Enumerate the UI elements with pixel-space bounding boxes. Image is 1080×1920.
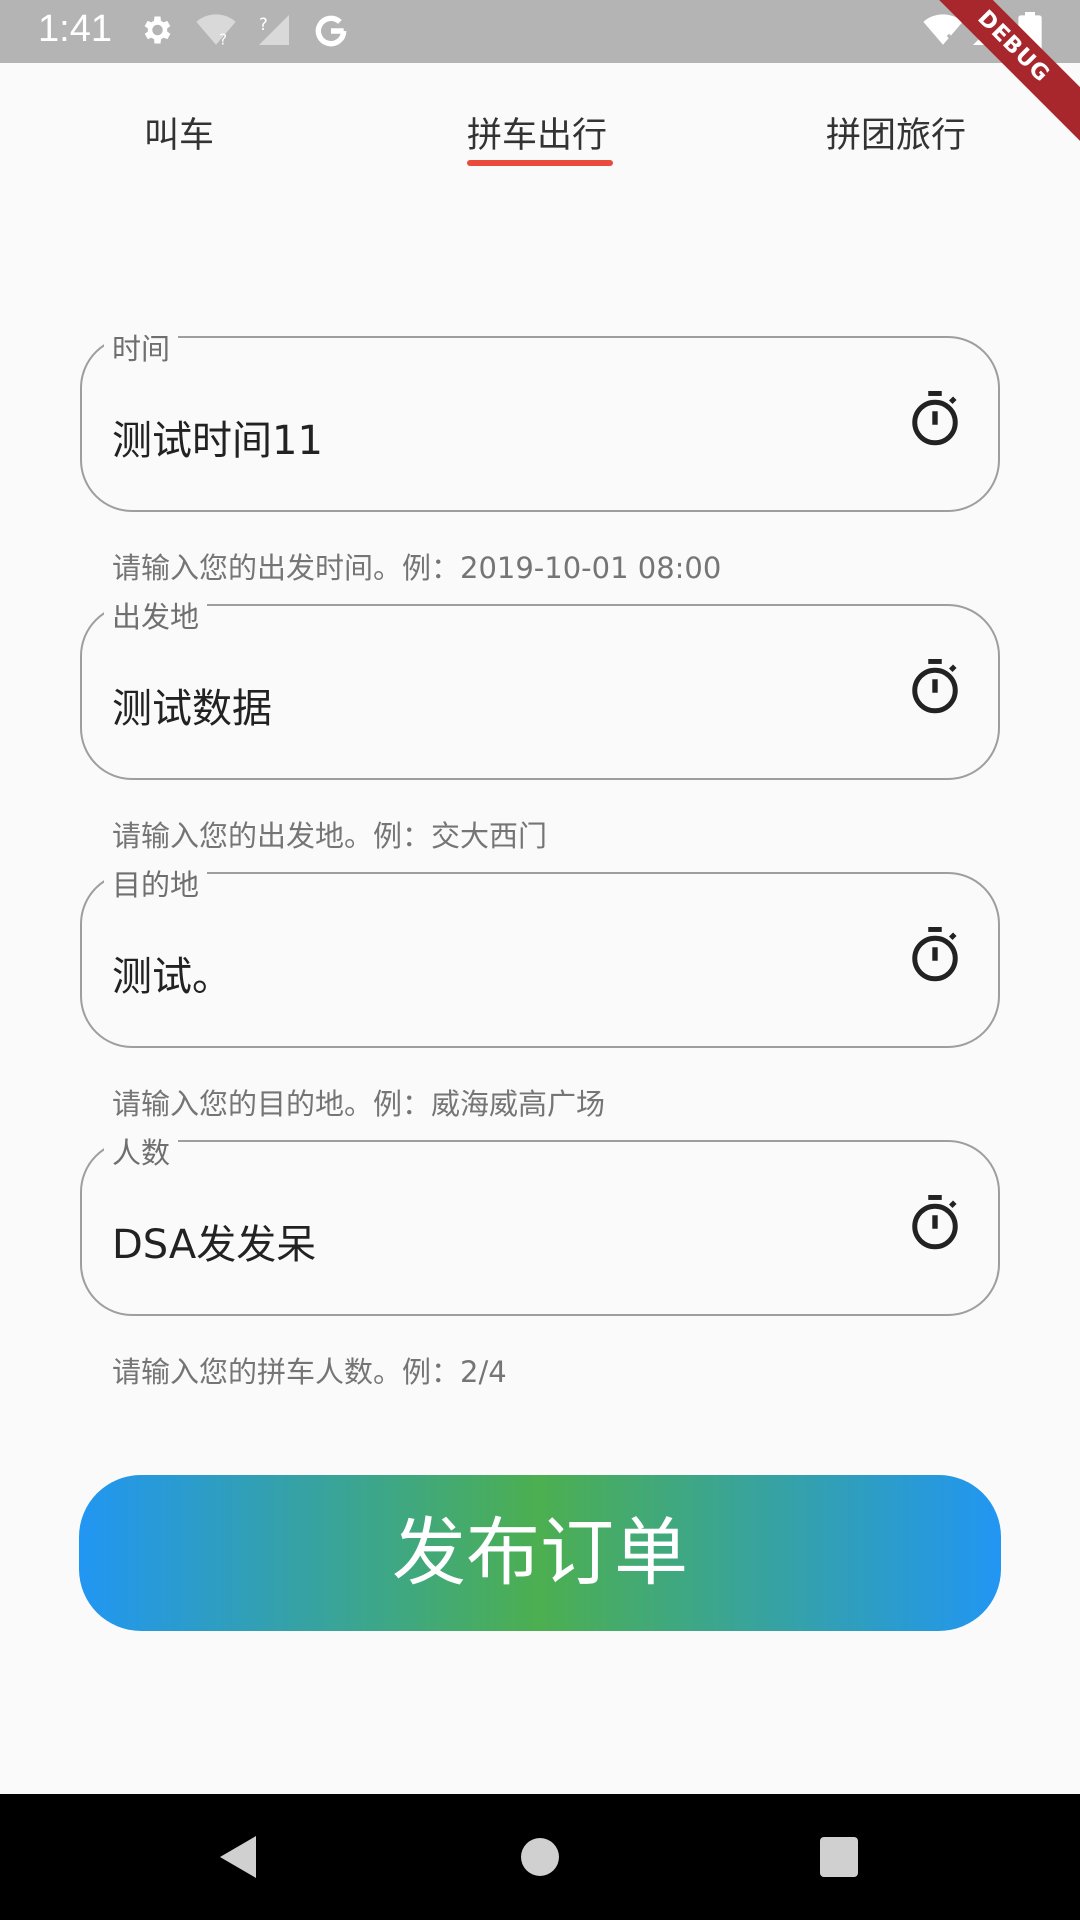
time-field-label: 时间 bbox=[104, 326, 179, 368]
svg-text:?: ? bbox=[259, 15, 268, 34]
passengers-field-label: 人数 bbox=[104, 1130, 179, 1172]
tab-bar: 叫车 拼车出行 拼团旅行 bbox=[0, 63, 1080, 173]
status-time: 1:41 bbox=[38, 8, 112, 50]
signal-unknown-icon: ? bbox=[256, 12, 292, 52]
destination-field-helper: 请输入您的目的地。例：威海威高广场 bbox=[112, 1087, 606, 1121]
timer-icon[interactable] bbox=[908, 388, 962, 452]
navigation-bar bbox=[0, 1794, 1080, 1920]
settings-icon bbox=[138, 12, 174, 52]
destination-field-label: 目的地 bbox=[104, 862, 208, 904]
departure-field-value[interactable]: 测试数据 bbox=[112, 676, 272, 734]
time-field-value[interactable]: 测试时间11 bbox=[112, 408, 323, 466]
timer-icon[interactable] bbox=[908, 924, 962, 988]
google-icon bbox=[312, 12, 350, 54]
departure-field-label: 出发地 bbox=[104, 594, 208, 636]
recents-icon[interactable] bbox=[818, 1832, 860, 1886]
wifi-unknown-icon: ? bbox=[196, 12, 236, 52]
time-field-helper: 请输入您的出发时间。例：2019-10-01 08:00 bbox=[112, 551, 722, 585]
tab-indicator bbox=[467, 160, 613, 166]
publish-order-button[interactable]: 发布订单 bbox=[79, 1475, 1001, 1631]
passengers-field-value[interactable]: DSA发发呆 bbox=[112, 1212, 316, 1270]
timer-icon[interactable] bbox=[908, 1192, 962, 1256]
time-field[interactable]: 测试时间11 bbox=[80, 336, 1000, 512]
svg-text:?: ? bbox=[219, 32, 227, 48]
departure-field-helper: 请输入您的出发地。例：交大西门 bbox=[112, 819, 548, 853]
destination-field-value[interactable]: 测试。 bbox=[112, 944, 232, 1002]
passengers-field[interactable]: DSA发发呆 bbox=[80, 1140, 1000, 1316]
passengers-field-helper: 请输入您的拼车人数。例：2/4 bbox=[112, 1355, 507, 1389]
timer-icon[interactable] bbox=[908, 656, 962, 720]
tab-carpool[interactable]: 拼车出行 bbox=[467, 107, 607, 158]
home-icon[interactable] bbox=[520, 1832, 560, 1886]
destination-field[interactable]: 测试。 bbox=[80, 872, 1000, 1048]
tab-call-car[interactable]: 叫车 bbox=[144, 107, 214, 158]
tab-group-travel[interactable]: 拼团旅行 bbox=[826, 107, 966, 158]
departure-field[interactable]: 测试数据 bbox=[80, 604, 1000, 780]
back-icon[interactable] bbox=[216, 1832, 260, 1886]
status-bar: 1:41 ? ? bbox=[0, 0, 1080, 63]
